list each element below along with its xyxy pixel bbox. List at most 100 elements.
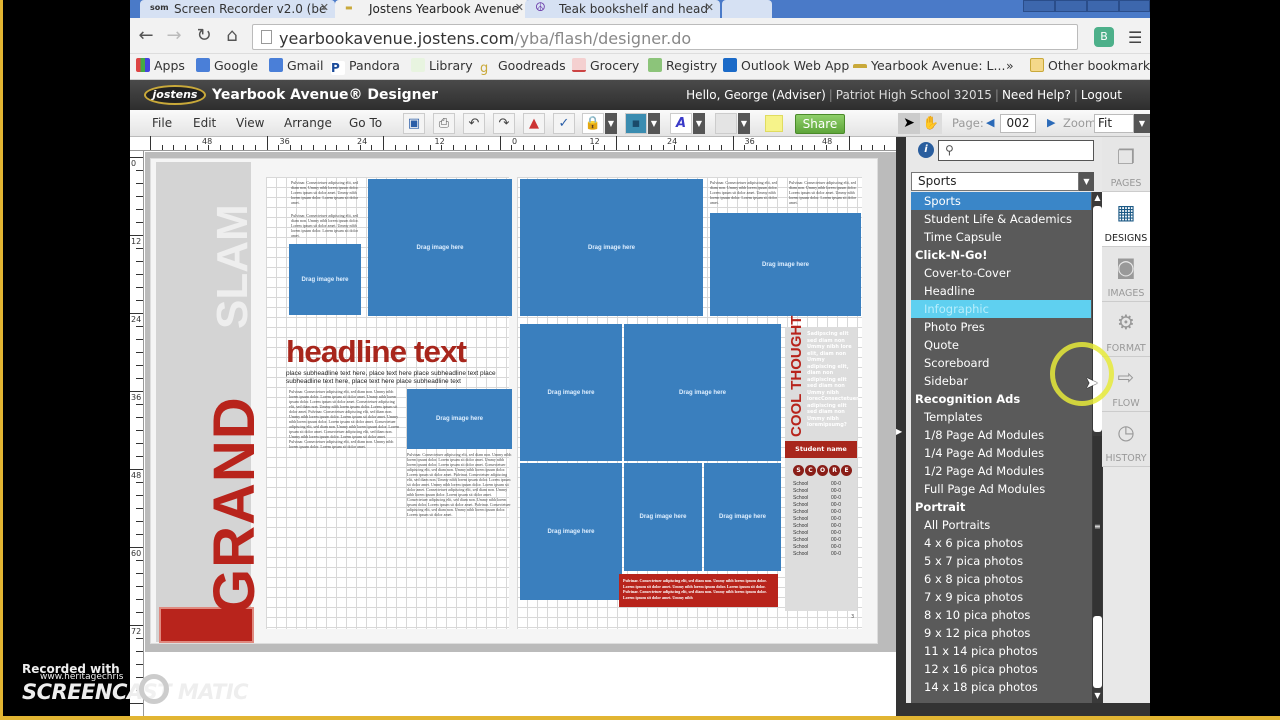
- sticky-note-icon[interactable]: [765, 115, 783, 132]
- tab-designs[interactable]: ▦ DESIGNS: [1102, 192, 1150, 247]
- bookmark-gmail[interactable]: Gmail: [269, 58, 323, 73]
- fill-color-dropdown[interactable]: ▼: [738, 113, 750, 134]
- text-style-icon[interactable]: A: [670, 113, 692, 134]
- bookmark-library[interactable]: Library: [411, 58, 473, 73]
- headline-text[interactable]: headline text: [286, 334, 467, 370]
- save-icon[interactable]: ▣: [403, 113, 425, 134]
- need-help-link[interactable]: Need Help?: [1002, 88, 1071, 102]
- body-text[interactable]: Pulvinar. Consectetuer adipiscing elit, …: [291, 213, 366, 241]
- image-frame-icon[interactable]: ▪: [625, 113, 647, 134]
- restore-button[interactable]: [1087, 0, 1119, 12]
- page-number-input[interactable]: 002: [1000, 114, 1036, 133]
- bookmark-google[interactable]: Google: [196, 58, 258, 73]
- menu-file[interactable]: File: [152, 116, 172, 130]
- image-placeholder[interactable]: Drag image here: [624, 463, 702, 571]
- text-style-dropdown[interactable]: ▼: [693, 113, 705, 134]
- dropdown-option[interactable]: Full Page Ad Modules: [911, 480, 1091, 498]
- category-dropdown-button[interactable]: ▼: [1079, 172, 1094, 191]
- hand-tool-icon[interactable]: ✋: [920, 113, 942, 134]
- forward-button[interactable]: →: [164, 26, 184, 46]
- zoom-select[interactable]: Fit: [1094, 114, 1134, 133]
- dropdown-option[interactable]: 9 x 12 pica photos: [911, 624, 1091, 642]
- dropdown-option[interactable]: 1/4 Page Ad Modules: [911, 444, 1091, 462]
- zoom-dropdown-button[interactable]: ▼: [1134, 114, 1150, 133]
- logout-link[interactable]: Logout: [1081, 88, 1122, 102]
- more-bookmarks-button[interactable]: »: [1006, 58, 1014, 73]
- body-text-column[interactable]: Pulvinar. Consectetuer adipiscing elit, …: [407, 452, 512, 624]
- menu-view[interactable]: View: [236, 116, 264, 130]
- slam-text[interactable]: SLAM: [208, 204, 258, 329]
- body-text[interactable]: Pulvinar. Consectetuer adipiscing elit, …: [789, 180, 861, 208]
- other-bookmarks[interactable]: Other bookmarks: [1030, 58, 1150, 73]
- bookmark-goodreads[interactable]: g Goodreads: [480, 58, 566, 76]
- tab-screen-recorder[interactable]: som Screen Recorder v2.0 (be ✕: [140, 0, 335, 18]
- menu-go-to[interactable]: Go To: [349, 116, 382, 130]
- image-placeholder[interactable]: Drag image here: [407, 389, 512, 449]
- dropdown-option[interactable]: Cover-to-Cover: [911, 264, 1091, 282]
- body-text[interactable]: Pulvinar. Consectetuer adipiscing elit, …: [291, 180, 366, 208]
- redo-icon[interactable]: ↷: [493, 113, 515, 134]
- body-text[interactable]: Pulvinar. Consectetuer adipiscing elit, …: [710, 180, 785, 208]
- tab-history[interactable]: ◷ HISTORY: [1102, 412, 1150, 467]
- warning-icon[interactable]: ▲: [523, 113, 545, 134]
- tab-teak-bookshelf[interactable]: ☮ Teak bookshelf and head ✕: [525, 0, 720, 18]
- dropdown-option[interactable]: Infographic: [911, 300, 1091, 318]
- design-canvas[interactable]: SLAM GRAND Pulvinar. Consectetuer adipis…: [145, 152, 896, 652]
- menu-arrange[interactable]: Arrange: [284, 116, 332, 130]
- close-tab-icon[interactable]: ✕: [705, 1, 714, 14]
- image-placeholder[interactable]: Drag image here: [710, 213, 861, 316]
- category-select[interactable]: Sports: [911, 172, 1079, 191]
- new-tab-button[interactable]: [722, 0, 772, 18]
- image-placeholder[interactable]: Drag image here: [704, 463, 781, 571]
- tab-jostens[interactable]: ▬ Jostens Yearbook Avenue ✕: [335, 0, 530, 18]
- image-placeholder[interactable]: Drag image here: [368, 179, 512, 316]
- bookmark-registry[interactable]: Registry: [648, 58, 717, 73]
- bookmark-pandora[interactable]: P Pandora: [331, 58, 400, 75]
- cool-thought-text[interactable]: Sadipscing elit sed diam non Ummy nibh l…: [807, 331, 859, 429]
- next-page-button[interactable]: ▶: [1047, 116, 1055, 129]
- student-name-label[interactable]: Student name: [785, 441, 857, 458]
- dropdown-option[interactable]: Templates: [911, 408, 1091, 426]
- close-tab-icon[interactable]: ✕: [515, 1, 524, 14]
- extension-icon[interactable]: B: [1094, 27, 1114, 47]
- dropdown-option[interactable]: 4 x 6 pica photos: [911, 534, 1091, 552]
- grand-text[interactable]: GRAND: [201, 396, 268, 614]
- tab-pages[interactable]: ❐ PAGES: [1102, 137, 1150, 192]
- dropdown-option[interactable]: 11 x 14 pica photos: [911, 642, 1091, 660]
- dropdown-option[interactable]: Sports: [911, 192, 1091, 210]
- fill-color-icon[interactable]: [715, 113, 737, 134]
- dropdown-option[interactable]: Photo Pres: [911, 318, 1091, 336]
- tab-images[interactable]: ◙ IMAGES: [1102, 247, 1150, 302]
- dropdown-option[interactable]: 8 x 10 pica photos: [911, 606, 1091, 624]
- dropdown-option[interactable]: 1/2 Page Ad Modules: [911, 462, 1091, 480]
- dropdown-option[interactable]: 5 x 7 pica photos: [911, 552, 1091, 570]
- home-button[interactable]: ⌂: [222, 26, 242, 46]
- menu-edit[interactable]: Edit: [193, 116, 216, 130]
- dropdown-option[interactable]: 14 x 18 pica photos: [911, 678, 1091, 696]
- close-window-button[interactable]: [1119, 0, 1150, 12]
- dropdown-option[interactable]: Student Life & Academics: [911, 210, 1091, 228]
- address-bar[interactable]: yearbookavenue.jostens.com/yba/flash/des…: [252, 24, 1078, 50]
- image-placeholder[interactable]: Drag image here: [520, 179, 703, 316]
- image-placeholder[interactable]: Drag image here: [289, 244, 361, 315]
- bookmark-yearbook-avenue[interactable]: Yearbook Avenue: L...: [853, 58, 1005, 73]
- spellcheck-icon[interactable]: ✓: [553, 113, 575, 134]
- info-icon[interactable]: i: [918, 142, 934, 158]
- dropdown-option[interactable]: 1/8 Page Ad Modules: [911, 426, 1091, 444]
- dropdown-option[interactable]: All Portraits: [911, 516, 1091, 534]
- dropdown-option[interactable]: 12 x 16 pica photos: [911, 660, 1091, 678]
- bookmark-outlook[interactable]: Outlook Web App: [723, 58, 849, 73]
- pointer-tool-icon[interactable]: ➤: [898, 113, 920, 134]
- back-button[interactable]: ←: [136, 26, 156, 46]
- scroll-down-icon[interactable]: ▼: [1092, 690, 1103, 702]
- lock-icon[interactable]: 🔒: [582, 113, 604, 134]
- dropdown-option[interactable]: 6 x 8 pica photos: [911, 570, 1091, 588]
- tab-format[interactable]: ⚙ FORMAT: [1102, 302, 1150, 357]
- image-placeholder[interactable]: Drag image here: [624, 324, 781, 461]
- body-text-column[interactable]: Pulvinar. Consectetuer adipiscing elit, …: [289, 389, 401, 625]
- dropdown-option[interactable]: 7 x 9 pica photos: [911, 588, 1091, 606]
- cool-thought-title[interactable]: COOL THOUGHT: [788, 316, 805, 437]
- image-placeholder[interactable]: Drag image here: [520, 324, 622, 461]
- lock-dropdown[interactable]: ▼: [605, 113, 617, 134]
- image-frame-dropdown[interactable]: ▼: [648, 113, 660, 134]
